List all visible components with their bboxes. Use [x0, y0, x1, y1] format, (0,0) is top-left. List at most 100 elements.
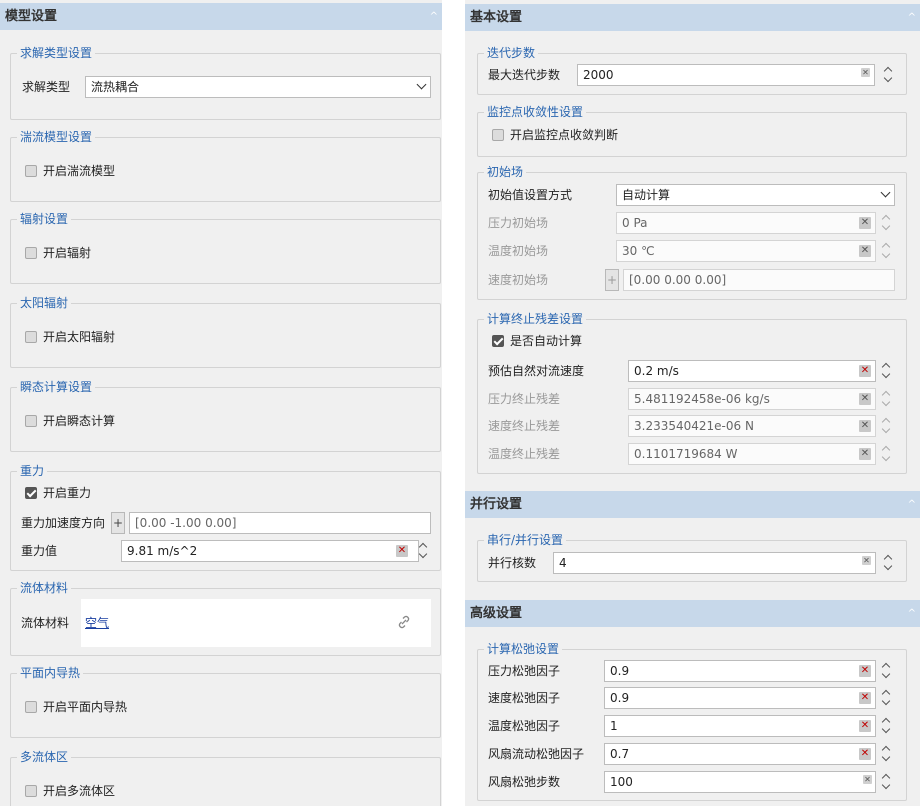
spin-icon[interactable] — [880, 772, 892, 792]
pressure-relax-input[interactable]: 0.9 ✕ — [604, 660, 876, 682]
model-settings-header[interactable]: 模型设置 ^ — [0, 3, 442, 30]
solar-radiation-checkbox[interactable] — [25, 331, 37, 343]
init-mode-label: 初始值设置方式 — [488, 188, 573, 202]
monitor-group-label: 监控点收敛性设置 — [484, 105, 587, 119]
radiation-checkbox[interactable] — [25, 247, 37, 259]
spin-icon[interactable] — [880, 716, 892, 736]
clear-icon: ✕ — [859, 217, 871, 229]
monitor-checkbox[interactable] — [492, 129, 504, 141]
clear-icon[interactable]: ✕ — [859, 665, 871, 677]
fan-flow-relax-label: 风扇流动松弛因子 — [488, 747, 585, 761]
gravity-direction-input[interactable]: [0.00 -1.00 0.00] — [129, 512, 431, 534]
solar-radiation-checkbox-label: 开启太阳辐射 — [43, 330, 116, 344]
gravity-direction-label: 重力加速度方向 — [21, 516, 106, 530]
velocity-residual-input: 3.233540421e-06 N ✕ — [628, 415, 876, 437]
clear-icon[interactable]: ✕ — [396, 545, 408, 557]
gravity-checkbox[interactable] — [25, 487, 37, 499]
clear-icon[interactable]: ✕ — [859, 365, 871, 377]
temperature-relax-input[interactable]: 1 ✕ — [604, 715, 876, 737]
gravity-value-input[interactable]: 9.81 m/s^2 ✕ — [121, 540, 419, 562]
iteration-group: 迭代步数 最大迭代步数 2000 ✕ — [477, 46, 907, 95]
link-icon[interactable] — [397, 615, 411, 629]
parallel-settings-header[interactable]: 并行设置 ^ — [465, 491, 920, 518]
spin-icon — [880, 389, 892, 409]
inplane-checkbox[interactable] — [25, 701, 37, 713]
max-iterations-label: 最大迭代步数 — [488, 68, 561, 82]
turbulence-checkbox-label: 开启湍流模型 — [43, 164, 116, 178]
velocity-residual-label: 速度终止残差 — [488, 419, 561, 433]
iteration-group-label: 迭代步数 — [484, 46, 539, 60]
velocity-relax-input[interactable]: 0.9 ✕ — [604, 687, 876, 709]
parallel-cores-value: 4 — [559, 556, 567, 570]
relaxation-group: 计算松弛设置 压力松弛因子 0.9 ✕ 速度松弛因子 0.9 ✕ 温度松弛因子 1 ✕… — [477, 642, 907, 801]
collapse-icon[interactable]: ^ — [908, 491, 916, 518]
spin-icon[interactable] — [880, 688, 892, 708]
clear-icon[interactable]: ✕ — [859, 692, 871, 704]
clear-icon[interactable]: ✕ — [861, 68, 870, 77]
gravity-value-label: 重力值 — [21, 544, 58, 558]
temperature-residual-label: 温度终止残差 — [488, 447, 561, 461]
fluid-material-group: 流体材料 流体材料 空气 — [10, 581, 441, 656]
temperature-residual-value: 0.1101719684 W — [634, 447, 738, 461]
fan-flow-relax-input[interactable]: 0.7 ✕ — [604, 743, 876, 765]
radiation-checkbox-label: 开启辐射 — [43, 246, 92, 260]
fan-relax-steps-value: 100 — [610, 775, 633, 789]
transient-checkbox[interactable] — [25, 415, 37, 427]
multifluid-checkbox[interactable] — [25, 785, 37, 797]
turbulence-checkbox[interactable] — [25, 165, 37, 177]
spin-icon[interactable] — [882, 65, 894, 85]
pressure-residual-label: 压力终止残差 — [488, 392, 561, 406]
initial-field-group: 初始场 初始值设置方式 自动计算 压力初始场 0 Pa ✕ 温度初始场 30 ℃ ✕… — [477, 165, 907, 300]
monitor-checkbox-label: 开启监控点收敛判断 — [510, 128, 619, 142]
init-mode-select[interactable]: 自动计算 — [616, 184, 895, 206]
inplane-group-label: 平面内导热 — [17, 666, 84, 680]
inplane-group: 平面内导热 开启平面内导热 — [10, 666, 441, 738]
auto-calc-checkbox[interactable] — [492, 335, 504, 347]
plus-icon[interactable]: + — [111, 512, 125, 534]
transient-group-label: 瞬态计算设置 — [17, 380, 96, 394]
spin-icon[interactable] — [880, 744, 892, 764]
advanced-settings-title: 高级设置 — [470, 606, 523, 621]
velocity-relax-label: 速度松弛因子 — [488, 691, 561, 705]
auto-calc-checkbox-label: 是否自动计算 — [510, 334, 583, 348]
solve-type-select[interactable]: 流热耦合 — [85, 76, 431, 98]
fluid-material-link[interactable]: 空气 — [85, 612, 109, 634]
temperature-residual-input: 0.1101719684 W ✕ — [628, 443, 876, 465]
temperature-init-input: 30 ℃ ✕ — [616, 240, 876, 262]
clear-icon[interactable]: ✕ — [859, 748, 871, 760]
multifluid-checkbox-label: 开启多流体区 — [43, 784, 116, 798]
solve-type-group-label: 求解类型设置 — [17, 46, 96, 60]
model-settings-title: 模型设置 — [5, 9, 58, 24]
clear-icon: ✕ — [859, 420, 871, 432]
parallel-cores-label: 并行核数 — [488, 556, 537, 570]
transient-checkbox-label: 开启瞬态计算 — [43, 414, 116, 428]
solar-radiation-group-label: 太阳辐射 — [17, 296, 72, 310]
natural-convection-value: 0.2 m/s — [634, 364, 679, 378]
clear-icon[interactable]: ✕ — [863, 775, 872, 784]
basic-settings-title: 基本设置 — [470, 10, 523, 25]
max-iterations-input[interactable]: 2000 ✕ — [577, 64, 875, 86]
fan-flow-relax-value: 0.7 — [610, 747, 630, 761]
collapse-icon[interactable]: ^ — [908, 600, 916, 627]
collapse-icon[interactable]: ^ — [430, 3, 438, 30]
gravity-checkbox-label: 开启重力 — [43, 486, 92, 500]
pressure-init-value: 0 Pa — [622, 216, 648, 230]
basic-settings-header[interactable]: 基本设置 ^ — [465, 4, 920, 31]
fan-relax-steps-input[interactable]: 100 ✕ — [604, 771, 876, 793]
spin-icon[interactable] — [880, 661, 892, 681]
spin-icon[interactable] — [880, 361, 892, 381]
relaxation-group-label: 计算松弛设置 — [484, 642, 563, 656]
spin-icon[interactable] — [882, 553, 894, 573]
parallel-cores-input[interactable]: 4 ✕ — [553, 552, 876, 574]
initial-field-group-label: 初始场 — [484, 165, 527, 179]
velocity-residual-value: 3.233540421e-06 N — [634, 419, 754, 433]
clear-icon[interactable]: ✕ — [862, 556, 871, 565]
collapse-icon[interactable]: ^ — [908, 4, 916, 31]
radiation-group: 辐射设置 开启辐射 — [10, 212, 441, 284]
temperature-init-label: 温度初始场 — [488, 244, 549, 258]
parallel-group-label: 串行/并行设置 — [484, 533, 567, 547]
spin-icon[interactable] — [417, 541, 429, 561]
advanced-settings-header[interactable]: 高级设置 ^ — [465, 600, 920, 627]
clear-icon[interactable]: ✕ — [859, 720, 871, 732]
natural-convection-input[interactable]: 0.2 m/s ✕ — [628, 360, 876, 382]
